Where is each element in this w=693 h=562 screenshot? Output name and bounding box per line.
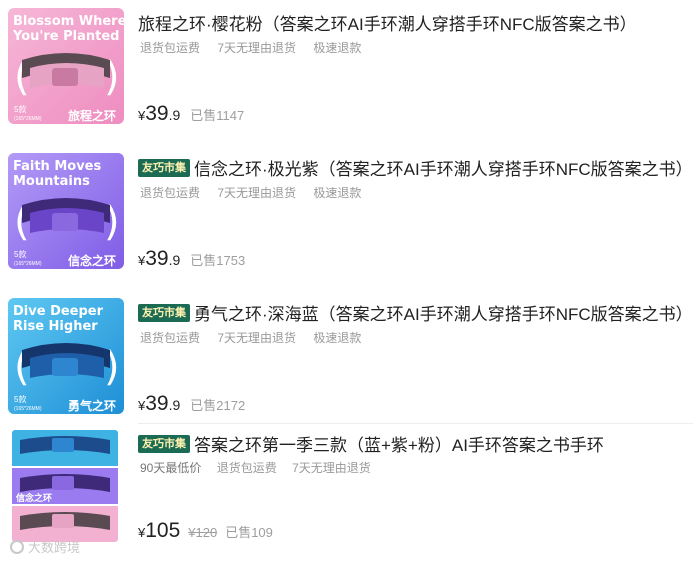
sold-count: 已售109 xyxy=(225,525,273,540)
divider xyxy=(138,423,693,424)
price-row: ¥39.9 已售1753 xyxy=(138,247,245,271)
price: 39 xyxy=(145,392,169,415)
tag-lowest-price: 90天最低价 xyxy=(140,461,202,475)
tag: 极速退款 xyxy=(313,186,362,200)
price-row: ¥39.9 已售1147 xyxy=(138,102,244,126)
watermark-text: 大数跨境 xyxy=(28,540,81,555)
thumb-headline-1: Blossom Where xyxy=(13,14,124,29)
thumb-headline-1: Faith Moves xyxy=(13,159,102,174)
thumb-size: (165*26MM) xyxy=(14,406,42,412)
tag: 7天无理由退货 xyxy=(217,41,297,55)
original-price: ¥120 xyxy=(188,525,218,540)
product-title[interactable]: 信念之环·极光紫（答案之环AI手环潮人穿搭手环NFC版答案之书） xyxy=(194,155,683,180)
tag: 退货包运费 xyxy=(216,461,277,475)
thumb-headline-1: Dive Deeper xyxy=(13,304,104,319)
watermark-logo-icon xyxy=(10,539,24,554)
sold-count: 已售1147 xyxy=(190,108,245,123)
product-title[interactable]: 旅程之环·樱花粉（答案之环AI手环潮人穿搭手环NFC版答案之书） xyxy=(138,10,637,35)
store-badge: 友巧市集 xyxy=(138,158,190,177)
service-tags: 退货包运费 7天无理由退货 极速退款 xyxy=(140,184,375,201)
service-tags: 退货包运费 7天无理由退货 极速退款 xyxy=(140,329,375,346)
tag: 7天无理由退货 xyxy=(217,331,297,345)
product-thumbnail[interactable]: Blossom Where You're Planted ( ) 5款 (165… xyxy=(8,8,124,124)
price: 39 xyxy=(145,247,169,270)
tag: 极速退款 xyxy=(313,41,362,55)
tag: 极速退款 xyxy=(313,331,362,345)
thumb-headline-2: Rise Higher xyxy=(13,319,98,334)
tag: 退货包运费 xyxy=(140,41,201,55)
thumb-count: 5款 xyxy=(14,249,26,259)
product-title[interactable]: 答案之环第一季三款（蓝+紫+粉）AI手环答案之书手环 xyxy=(194,431,604,456)
thumb-series-name: 信念之环 xyxy=(16,492,52,504)
service-tags: 90天最低价 退货包运费 7天无理由退货 xyxy=(140,459,385,476)
thumb-headline-2: You're Planted xyxy=(12,29,120,44)
product-thumbnail[interactable]: 信念之环 xyxy=(12,430,118,542)
product-item[interactable]: Dive Deeper Rise Higher ( ) 5款 (165*26MM… xyxy=(0,290,693,420)
product-thumbnail[interactable]: Dive Deeper Rise Higher ( ) 5款 (165*26MM… xyxy=(8,298,124,414)
price-row: ¥105 ¥120 已售109 xyxy=(138,519,273,543)
thumb-size: (165*26MM) xyxy=(14,261,42,267)
tag: 7天无理由退货 xyxy=(292,461,371,475)
tag: 7天无理由退货 xyxy=(217,186,297,200)
product-title[interactable]: 勇气之环·深海蓝（答案之环AI手环潮人穿搭手环NFC版答案之书） xyxy=(194,300,683,325)
sold-count: 已售2172 xyxy=(190,398,246,413)
thumb-count: 5款 xyxy=(14,394,26,404)
store-badge: 友巧市集 xyxy=(138,434,190,453)
tag: 退货包运费 xyxy=(140,186,201,200)
price-decimal: .9 xyxy=(168,107,181,123)
thumb-series-name: 信念之环 xyxy=(68,253,116,268)
price-decimal: .9 xyxy=(168,252,181,268)
product-thumbnail[interactable]: Faith Moves Mountains ( ) 5款 (165*26MM) … xyxy=(8,153,124,269)
store-badge: 友巧市集 xyxy=(138,303,190,322)
sold-count: 已售1753 xyxy=(190,253,246,268)
thumb-count: 5款 xyxy=(14,104,26,114)
thumb-size: (165*26MM) xyxy=(14,116,42,122)
product-item[interactable]: Faith Moves Mountains ( ) 5款 (165*26MM) … xyxy=(0,145,693,285)
price-decimal: .9 xyxy=(168,397,181,413)
thumb-series-name: 旅程之环 xyxy=(68,108,116,123)
thumb-series-name: 勇气之环 xyxy=(68,398,116,413)
product-item[interactable]: 信念之环 友巧市集 答案之环第一季三款（蓝+紫+粉）AI手环答案之书手环 90天… xyxy=(0,425,693,562)
price: 105 xyxy=(145,519,181,542)
watermark: 大数跨境 xyxy=(10,537,80,556)
price: 39 xyxy=(145,102,169,125)
price-row: ¥39.9 已售2172 xyxy=(138,392,245,416)
thumb-headline-2: Mountains xyxy=(13,174,90,189)
product-item[interactable]: Blossom Where You're Planted ( ) 5款 (165… xyxy=(0,0,693,140)
tag: 退货包运费 xyxy=(140,331,201,345)
service-tags: 退货包运费 7天无理由退货 极速退款 xyxy=(140,39,375,56)
